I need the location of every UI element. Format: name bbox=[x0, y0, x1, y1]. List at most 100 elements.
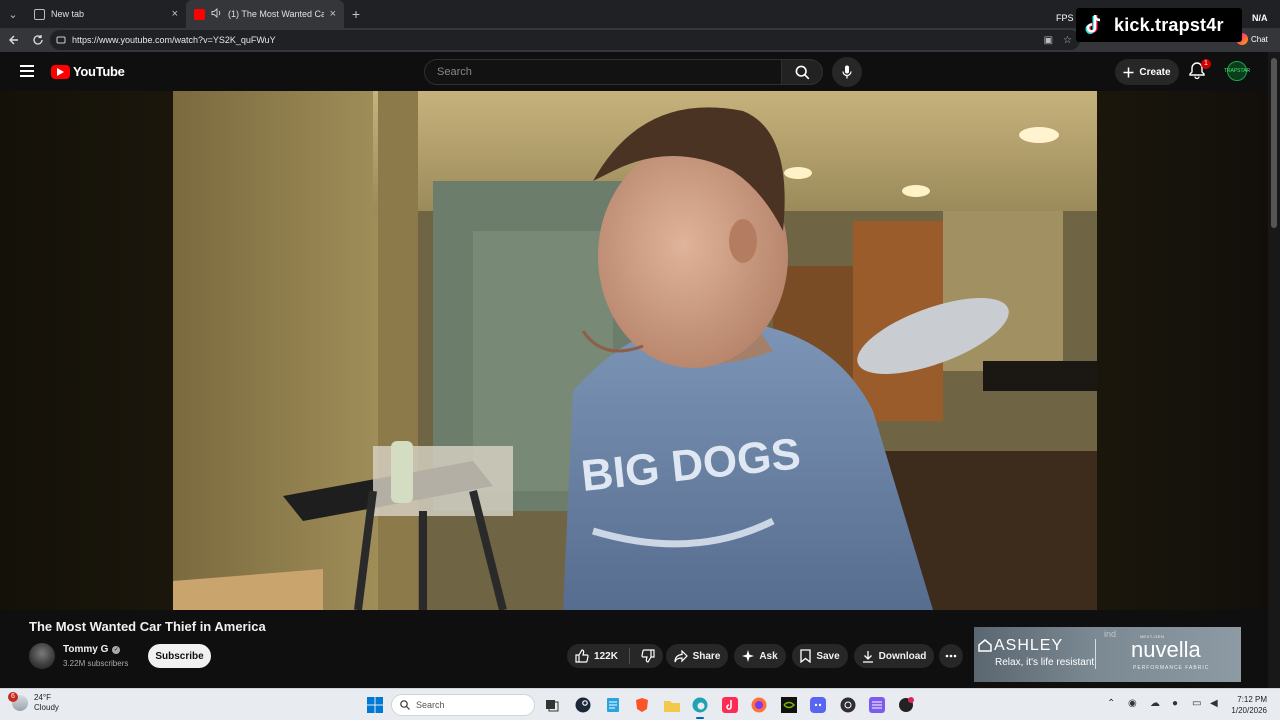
video-title: The Most Wanted Car Thief in America bbox=[29, 619, 266, 634]
calendar-app-icon[interactable] bbox=[869, 697, 885, 713]
back-button[interactable] bbox=[2, 28, 26, 52]
tray-steam-icon[interactable]: ◉ bbox=[1128, 698, 1137, 709]
more-dots-icon bbox=[945, 654, 957, 658]
channel-name-link[interactable]: Tommy G ✓ bbox=[63, 644, 121, 655]
extensions-icon[interactable]: ▣ bbox=[1044, 35, 1053, 46]
brave-icon[interactable] bbox=[634, 697, 650, 713]
address-bar-actions: ▣ ☆ bbox=[1044, 30, 1080, 50]
system-clock[interactable]: 7:12 PM 1/20/2026 bbox=[1225, 694, 1267, 716]
thumbs-down-icon bbox=[641, 649, 655, 663]
save-button[interactable]: Save bbox=[792, 644, 848, 668]
tab-youtube-video[interactable]: (1) The Most Wanted Car Thief × bbox=[186, 0, 344, 28]
youtube-logo[interactable]: YouTube bbox=[51, 64, 125, 79]
voice-search-button[interactable] bbox=[832, 57, 862, 87]
url-field[interactable]: https://www.youtube.com/watch?v=YS2K_quF… bbox=[50, 30, 1080, 50]
account-avatar[interactable]: TRAPSTAR bbox=[1223, 61, 1251, 81]
new-tab-favicon-icon bbox=[34, 8, 45, 20]
taskbar-search[interactable]: Search bbox=[391, 694, 535, 716]
nvidia-icon[interactable] bbox=[781, 697, 797, 713]
tab-new-tab[interactable]: New tab × bbox=[26, 0, 186, 28]
bookmark-icon bbox=[800, 649, 811, 663]
fps-label: FPS bbox=[1056, 13, 1074, 23]
menu-hamburger-icon[interactable] bbox=[20, 65, 34, 80]
chat-label: Chat bbox=[1251, 34, 1268, 44]
share-arrow-icon bbox=[673, 649, 688, 662]
youtube-wordmark: YouTube bbox=[73, 64, 125, 79]
reload-button[interactable] bbox=[26, 28, 50, 52]
thumbs-up-icon bbox=[575, 649, 589, 663]
like-count: 122K bbox=[594, 650, 618, 662]
kick-handle-overlay: kick.trapst4r bbox=[1076, 8, 1242, 42]
page-scrollbar[interactable] bbox=[1268, 52, 1280, 688]
tab-close-icon[interactable]: × bbox=[172, 8, 178, 20]
speaker-icon[interactable] bbox=[211, 7, 222, 20]
edge-active-indicator bbox=[696, 717, 704, 719]
search-button[interactable] bbox=[781, 59, 823, 85]
subscribe-button[interactable]: Subscribe bbox=[148, 644, 211, 668]
new-tab-button[interactable]: + bbox=[344, 6, 368, 22]
like-button[interactable]: 122K bbox=[575, 649, 618, 663]
sparkle-icon bbox=[742, 650, 755, 662]
search-input[interactable]: Search bbox=[424, 59, 782, 85]
windows-taskbar: 6 24°F Cloudy Search ⌃ ◉ ☁ ● ▭ ◀ 7:12 PM… bbox=[0, 688, 1280, 720]
ashley-house-icon bbox=[978, 639, 992, 652]
site-info-icon[interactable] bbox=[56, 35, 66, 45]
video-frame[interactable]: BIG DOGS bbox=[173, 91, 1097, 610]
youtube-favicon-icon bbox=[194, 8, 205, 20]
youtube-header: YouTube Search Create 1 TRAPSTAR bbox=[0, 52, 1268, 91]
ad-brand: ASHLEY bbox=[994, 637, 1064, 654]
avatar-text: TRAPSTAR bbox=[1223, 68, 1251, 74]
tray-overflow-icon[interactable]: ⌃ bbox=[1107, 698, 1115, 709]
clock-time: 7:12 PM bbox=[1237, 695, 1267, 704]
tab-title: (1) The Most Wanted Car Thief bbox=[228, 9, 324, 19]
ask-label: Ask bbox=[759, 650, 778, 662]
ad-banner[interactable]: ind ASHLEY Relax, it's life resistant NE… bbox=[974, 627, 1241, 682]
back-arrow-icon bbox=[9, 35, 18, 45]
weather-temperature: 24°F bbox=[34, 693, 51, 702]
windows-start-icon[interactable] bbox=[367, 697, 383, 713]
tray-cloud-icon[interactable]: ☁ bbox=[1150, 698, 1160, 709]
video-frame-image: BIG DOGS bbox=[173, 91, 1097, 610]
obs-icon[interactable] bbox=[840, 697, 856, 713]
search-icon bbox=[795, 65, 809, 79]
weather-condition: Cloudy bbox=[34, 703, 59, 712]
reload-icon bbox=[33, 35, 43, 45]
tab-close-icon[interactable]: × bbox=[330, 8, 336, 20]
ad-product-sub: PERFORMANCE FABRIC bbox=[1133, 665, 1210, 671]
fps-value: N/A bbox=[1252, 13, 1268, 23]
weather-widget[interactable]: 6 24°F Cloudy bbox=[8, 692, 59, 713]
notifications-button[interactable]: 1 bbox=[1189, 59, 1211, 83]
notepad-icon[interactable] bbox=[605, 697, 621, 713]
url-text: https://www.youtube.com/watch?v=YS2K_quF… bbox=[72, 35, 276, 45]
cloud-icon: 6 bbox=[8, 692, 28, 711]
gaming-app-icon[interactable] bbox=[898, 697, 914, 713]
favorite-star-icon[interactable]: ☆ bbox=[1063, 35, 1072, 46]
scrollbar-thumb[interactable] bbox=[1271, 58, 1277, 228]
share-button[interactable]: Share bbox=[666, 644, 728, 668]
tray-volume-icon[interactable]: ◀ bbox=[1210, 698, 1218, 709]
tiktok-app-icon[interactable] bbox=[722, 697, 738, 713]
channel-avatar[interactable] bbox=[29, 643, 55, 669]
file-explorer-icon[interactable] bbox=[664, 697, 680, 713]
verified-check-icon: ✓ bbox=[112, 645, 121, 654]
ask-button[interactable]: Ask bbox=[734, 644, 786, 668]
download-label: Download bbox=[878, 650, 927, 662]
create-label: Create bbox=[1139, 66, 1171, 78]
steam-icon[interactable] bbox=[575, 697, 591, 713]
tiktok-logo-icon bbox=[1082, 12, 1108, 38]
task-view-icon[interactable] bbox=[544, 697, 560, 713]
tab-title: New tab bbox=[51, 9, 85, 19]
tray-mic-icon[interactable]: ● bbox=[1172, 698, 1178, 709]
notification-count-badge: 1 bbox=[1201, 59, 1211, 69]
overlay-handle: kick.trapst4r bbox=[1114, 14, 1224, 35]
video-player[interactable]: BIG DOGS bbox=[0, 91, 1268, 610]
tray-network-icon[interactable]: ▭ bbox=[1192, 698, 1201, 709]
dislike-button[interactable] bbox=[641, 649, 655, 663]
tab-search-chevron-icon[interactable]: ⌄ bbox=[0, 0, 26, 28]
edge-icon[interactable] bbox=[692, 697, 708, 713]
download-button[interactable]: Download bbox=[854, 644, 934, 668]
more-actions-button[interactable] bbox=[939, 644, 963, 668]
firefox-icon[interactable] bbox=[751, 697, 767, 713]
create-button[interactable]: Create bbox=[1115, 59, 1179, 85]
discord-icon[interactable] bbox=[810, 697, 826, 713]
